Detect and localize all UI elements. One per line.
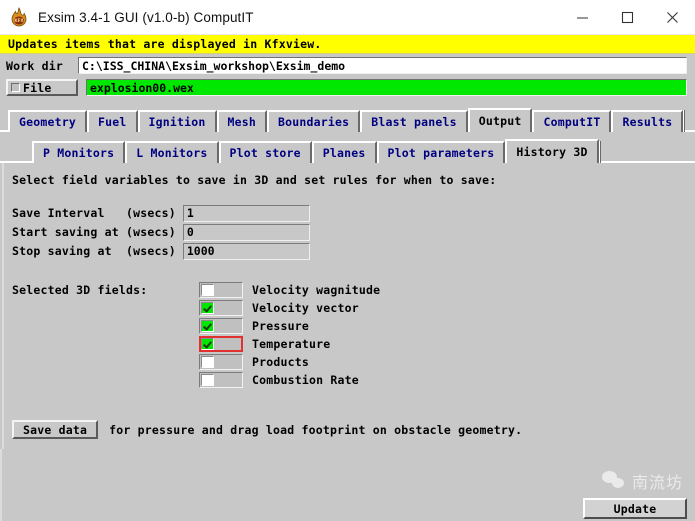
checkbox-velocity-magnitude[interactable] (199, 282, 243, 298)
selected-3d-fields-block: Selected 3D fields: Velocity wagnitude V… (4, 281, 693, 389)
tab-fuel[interactable]: Fuel (87, 110, 138, 132)
checkbox-pressure[interactable] (199, 318, 243, 334)
stop-saving-input[interactable]: 1000 (182, 242, 310, 260)
checkbox-label-pressure: Pressure (252, 319, 309, 333)
tab-mesh[interactable]: Mesh (216, 110, 267, 132)
secondary-tab-bar: P Monitors L Monitors Plot store Planes … (0, 137, 695, 163)
watermark: 南流坊 (601, 469, 683, 493)
checkbox-label-velocity-vector: Velocity vector (252, 301, 359, 315)
minimize-button[interactable] (560, 0, 605, 34)
update-button[interactable]: Update (583, 498, 687, 519)
file-row: File explosion00.wex (0, 78, 695, 97)
tab-plot-parameters[interactable]: Plot parameters (376, 141, 506, 163)
status-message-bar: Updates items that are displayed in Kfxv… (0, 35, 695, 54)
tab-computit[interactable]: ComputIT (532, 110, 612, 132)
application-window: KFX Exsim 3.4-1 GUI (v1.0-b) ComputIT Up… (0, 0, 695, 521)
checkbox-temperature[interactable] (199, 336, 243, 352)
title-bar: KFX Exsim 3.4-1 GUI (v1.0-b) ComputIT (0, 0, 695, 35)
tab-l-monitors[interactable]: L Monitors (125, 141, 219, 163)
tab-planes[interactable]: Planes (311, 141, 377, 163)
checkbox-indicator-icon (201, 284, 214, 296)
primary-tab-bar: Geometry Fuel Ignition Mesh Boundaries B… (0, 106, 695, 132)
save-data-note: for pressure and drag load footprint on … (109, 422, 523, 437)
tab-results[interactable]: Results (611, 110, 684, 132)
tab-geometry[interactable]: Geometry (8, 110, 87, 132)
workdir-row: Work dir C:\ISS_CHINA\Exsim_workshop\Exs… (0, 56, 695, 75)
secondary-tab-bar-end (598, 141, 601, 163)
checkbox-row-temperature[interactable]: Temperature (199, 335, 380, 353)
checkbox-velocity-vector[interactable] (199, 300, 243, 316)
checkbox-label-products: Products (252, 355, 309, 369)
footer-area: 南流坊 Update (0, 449, 695, 521)
file-button-label: File (23, 80, 52, 95)
tab-blast-panels[interactable]: Blast panels (360, 110, 468, 132)
workdir-label: Work dir (6, 58, 63, 73)
maximize-button[interactable] (605, 0, 650, 34)
workdir-input[interactable]: C:\ISS_CHINA\Exsim_workshop\Exsim_demo (78, 57, 687, 74)
tab-p-monitors[interactable]: P Monitors (32, 141, 126, 163)
checkbox-row-combustion-rate[interactable]: Combustion Rate (199, 371, 380, 389)
save-interval-input[interactable]: 1 (182, 204, 310, 222)
checkbox-combustion-rate[interactable] (199, 372, 243, 388)
checkbox-indicator-icon (201, 374, 214, 386)
watermark-text: 南流坊 (631, 473, 683, 492)
start-saving-input[interactable]: 0 (182, 223, 310, 241)
checkbox-row-products[interactable]: Products (199, 353, 380, 371)
file-menu-button[interactable]: File (6, 79, 78, 96)
file-name-input[interactable]: explosion00.wex (86, 79, 687, 96)
file-indicator-icon (11, 83, 20, 92)
panel-instruction: Select field variables to save in 3D and… (12, 173, 497, 187)
form-row-save-interval: Save Interval (wsecs) 1 (12, 204, 693, 222)
checkbox-label-combustion-rate: Combustion Rate (252, 373, 359, 387)
field-checkbox-list: Velocity wagnitude Velocity vector Press… (199, 281, 380, 389)
checkbox-products[interactable] (199, 354, 243, 370)
checkbox-row-velocity-magnitude[interactable]: Velocity wagnitude (199, 281, 380, 299)
checkbox-label-velocity-magnitude: Velocity wagnitude (252, 283, 381, 297)
checkmark-icon (201, 338, 214, 350)
tab-history-3d[interactable]: History 3D (505, 139, 599, 163)
checkbox-row-pressure[interactable]: Pressure (199, 317, 380, 335)
save-interval-label: Save Interval (wsecs) (12, 206, 176, 220)
svg-text:KFX: KFX (14, 18, 24, 23)
checkbox-indicator-icon (201, 356, 214, 368)
checkmark-icon (201, 302, 214, 314)
tab-boundaries[interactable]: Boundaries (267, 110, 361, 132)
tab-output[interactable]: Output (467, 108, 533, 132)
window-title: Exsim 3.4-1 GUI (v1.0-b) ComputIT (38, 9, 254, 25)
selected-fields-label: Selected 3D fields: (12, 283, 148, 297)
stop-saving-label: Stop saving at (wsecs) (12, 244, 176, 258)
window-controls (560, 0, 695, 34)
form-row-stop-saving: Stop saving at (wsecs) 1000 (12, 242, 693, 260)
save-data-button[interactable]: Save data (12, 420, 99, 439)
start-saving-label: Start saving at (wsecs) (12, 225, 176, 239)
timing-form: Save Interval (wsecs) 1 Start saving at … (4, 204, 693, 260)
form-row-start-saving: Start saving at (wsecs) 0 (12, 223, 693, 241)
checkbox-label-temperature: Temperature (252, 337, 331, 351)
checkmark-icon (201, 320, 214, 332)
checkbox-row-velocity-vector[interactable]: Velocity vector (199, 299, 380, 317)
flame-kfx-icon: KFX (9, 7, 29, 27)
close-button[interactable] (650, 0, 695, 34)
tab-plot-store[interactable]: Plot store (218, 141, 312, 163)
tab-ignition[interactable]: Ignition (137, 110, 217, 132)
wechat-icon (601, 471, 626, 491)
save-data-row: Save data for pressure and drag load foo… (4, 420, 693, 439)
tab-bar-end (683, 110, 686, 132)
